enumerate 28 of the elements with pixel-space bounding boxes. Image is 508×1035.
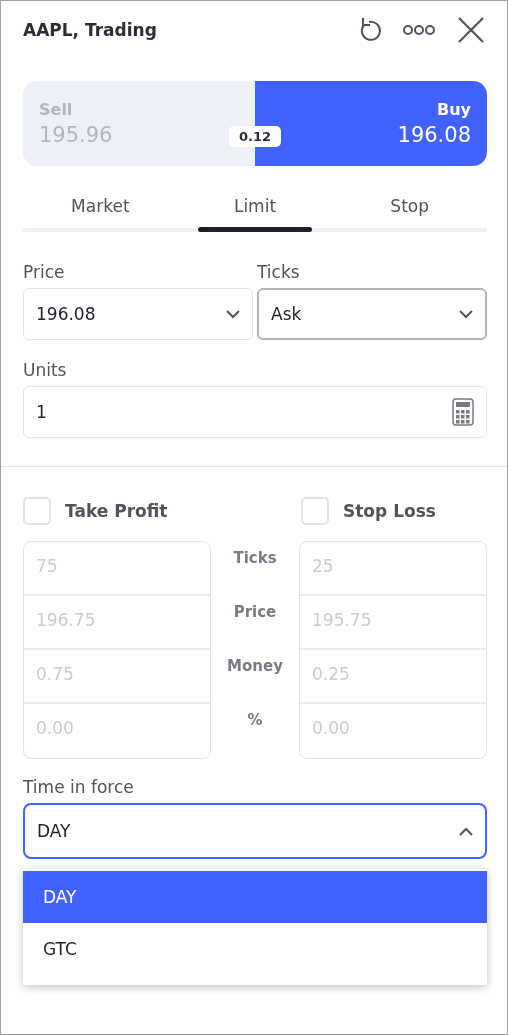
field-label: Units [23, 360, 68, 380]
units-field[interactable]: 1 [23, 386, 487, 438]
close-icon[interactable] [457, 16, 485, 44]
field-label: Ticks [257, 262, 301, 282]
checkbox-label: Take Profit [65, 501, 168, 521]
field-label: Time in force [23, 777, 135, 797]
field-label: Price [23, 262, 66, 282]
chevron-icon [459, 826, 473, 836]
chevron-icon [459, 309, 473, 319]
order-type-tab[interactable]: Market [23, 186, 178, 228]
time-in-force-dropdown[interactable]: DAY [23, 803, 487, 859]
chevron-icon [226, 309, 240, 319]
checkbox-label: Stop Loss [343, 501, 436, 521]
more-icon[interactable] [403, 25, 435, 35]
checkbox[interactable] [301, 497, 329, 525]
row-label: Price [233, 603, 277, 621]
window-title: AAPL, Trading [23, 20, 158, 40]
ticks-dropdown[interactable]: Ask [257, 288, 487, 340]
spread-badge: 0.12 [228, 126, 282, 147]
checkbox[interactable] [23, 497, 51, 525]
row-label: Money [227, 657, 283, 675]
row-label: % [247, 711, 263, 729]
dropdown-option[interactable]: DAY [23, 871, 487, 923]
order-type-tab[interactable]: Stop [332, 186, 487, 228]
price-dropdown[interactable]: 196.08 [23, 288, 253, 340]
calculator-icon[interactable] [452, 398, 474, 426]
row-label: Ticks [233, 549, 277, 567]
dropdown-option[interactable]: GTC [23, 923, 487, 975]
